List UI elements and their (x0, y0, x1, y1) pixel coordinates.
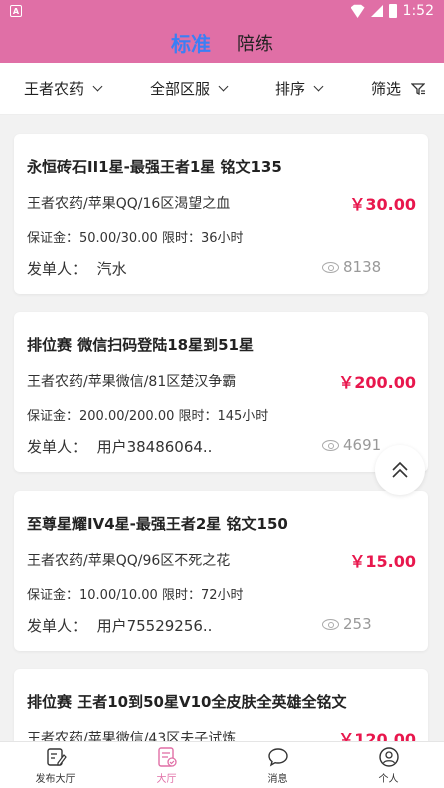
status-time: 1:52 (402, 3, 434, 19)
eye-icon (322, 618, 339, 630)
order-price: ￥200.00 (338, 373, 416, 392)
order-title: 至尊星耀IV4星-最强王者2星 铭文150 (27, 515, 288, 533)
eye-icon (322, 439, 339, 451)
user-profile-icon (378, 746, 399, 767)
order-deposit: 保证金：50.00/30.00 限时：36小时 (27, 231, 244, 246)
nav-hall[interactable]: 大厅 (111, 742, 222, 788)
nav-profile[interactable]: 个人 (333, 742, 444, 788)
filter-screen[interactable]: 筛选 (371, 78, 426, 99)
edit-document-icon (46, 747, 67, 766)
order-views: 8138 (322, 258, 381, 276)
nav-profile-label: 个人 (378, 773, 399, 785)
order-title: 永恒砖石II1星-最强王者1星 铭文135 (27, 158, 282, 176)
nav-hall-label: 大厅 (156, 773, 177, 785)
nav-publish[interactable]: 发布大厅 (0, 742, 111, 788)
app-notification-icon: A (10, 5, 22, 17)
chevron-down-icon (218, 81, 229, 92)
view-count: 8138 (343, 258, 382, 276)
order-price: ￥15.00 (349, 552, 416, 571)
order-price: ￥120.00 (338, 730, 416, 741)
filter-funnel-icon (411, 83, 426, 95)
view-count: 4691 (343, 436, 382, 454)
poster-name: 汽水 (96, 260, 127, 278)
order-list: 永恒砖石II1星-最强王者1星 铭文135 王者农药/苹果QQ/16区渴望之血 … (0, 115, 444, 741)
battery-icon (388, 4, 397, 18)
tab-standard[interactable]: 标准 (171, 28, 211, 57)
status-bar: A 1:52 (0, 0, 444, 22)
order-game-info: 王者农药/苹果微信/81区楚汉争霸 (27, 374, 237, 390)
order-poster: 发单人： 用户75529256.. (27, 615, 212, 636)
nav-messages-label: 消息 (267, 773, 288, 785)
order-game-info: 王者农药/苹果微信/43区夫子试炼 (27, 731, 237, 741)
double-chevron-up-icon (392, 461, 408, 478)
wifi-icon (350, 4, 365, 18)
order-deposit: 保证金：200.00/200.00 限时：145小时 (27, 409, 269, 424)
status-icons: 1:52 (350, 3, 434, 19)
order-deposit: 保证金：10.00/10.00 限时：72小时 (27, 588, 244, 603)
bottom-nav: 发布大厅 大厅 消息 个人 (0, 741, 444, 788)
poster-label: 发单人： (27, 438, 88, 456)
order-card[interactable]: 排位赛 微信扫码登陆18星到51星 王者农药/苹果微信/81区楚汉争霸 ￥200… (14, 312, 428, 472)
filter-game-label: 王者农药 (24, 80, 85, 98)
order-card[interactable]: 永恒砖石II1星-最强王者1星 铭文135 王者农药/苹果QQ/16区渴望之血 … (14, 134, 428, 294)
view-count: 253 (343, 615, 372, 633)
filter-bar: 王者农药 全部区服 排序 筛选 (0, 63, 444, 115)
filter-server[interactable]: 全部区服 (150, 78, 229, 99)
order-price: ￥30.00 (349, 195, 416, 214)
order-title: 排位赛 王者10到50星V10全皮肤全英雄全铭文 (27, 693, 347, 711)
poster-name: 用户75529256.. (96, 617, 213, 635)
order-views: 4691 (322, 436, 381, 454)
top-tab-header: 标准 陪练 (0, 22, 444, 63)
chat-bubble-icon (267, 747, 288, 766)
order-views: 253 (322, 615, 372, 633)
order-title: 排位赛 微信扫码登陆18星到51星 (27, 336, 254, 354)
poster-label: 发单人： (27, 617, 88, 635)
poster-label: 发单人： (27, 260, 88, 278)
filter-sort-label: 排序 (275, 80, 306, 98)
hall-document-icon (157, 746, 177, 767)
eye-icon (322, 261, 339, 273)
order-card[interactable]: 排位赛 王者10到50星V10全皮肤全英雄全铭文 王者农药/苹果微信/43区夫子… (14, 669, 428, 741)
tab-training[interactable]: 陪练 (237, 30, 273, 56)
order-card[interactable]: 至尊星耀IV4星-最强王者2星 铭文150 王者农药/苹果QQ/96区不死之花 … (14, 491, 428, 651)
filter-game[interactable]: 王者农药 (24, 78, 103, 99)
nav-publish-label: 发布大厅 (35, 773, 76, 785)
order-game-info: 王者农药/苹果QQ/16区渴望之血 (27, 196, 231, 212)
filter-screen-label: 筛选 (371, 80, 402, 98)
scroll-to-top-button[interactable] (375, 445, 425, 495)
filter-server-label: 全部区服 (150, 80, 211, 98)
order-poster: 发单人： 汽水 (27, 258, 127, 279)
order-poster: 发单人： 用户38486064.. (27, 436, 212, 457)
poster-name: 用户38486064.. (96, 438, 213, 456)
filter-sort[interactable]: 排序 (275, 78, 324, 99)
order-game-info: 王者农药/苹果QQ/96区不死之花 (27, 553, 231, 569)
chevron-down-icon (92, 81, 103, 92)
nav-messages[interactable]: 消息 (222, 742, 333, 788)
chevron-down-icon (313, 81, 324, 92)
signal-icon (370, 5, 383, 17)
